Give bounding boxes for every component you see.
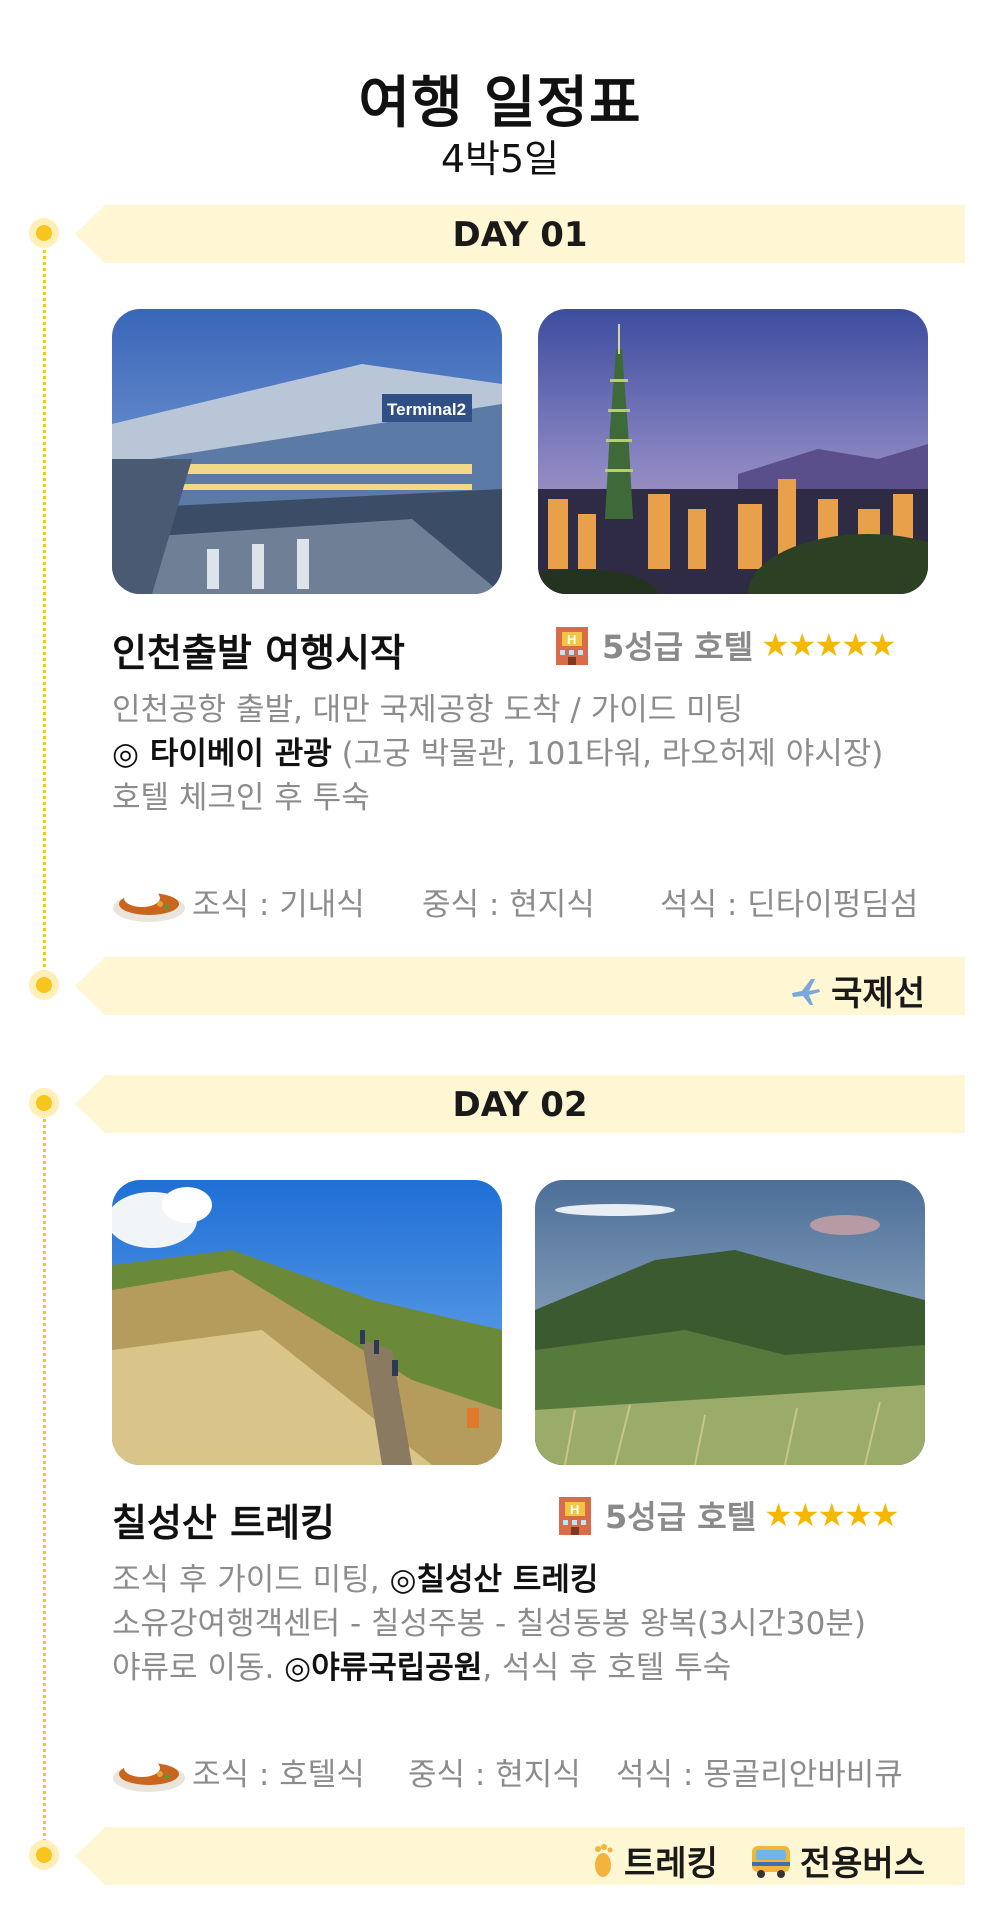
breakfast-label: 조식 : 호텔식 [192, 1756, 365, 1793]
dinner-label: 석식 : 딘타이펑딤섬 [660, 886, 919, 923]
desc-line: 호텔 체크인 후 투숙 [112, 780, 370, 816]
lunch-label: 중식 : 현지식 [408, 1756, 581, 1793]
transport-tag: 트레킹 [590, 1836, 718, 1885]
airport-terminal-photo: Terminal2 [112, 309, 502, 594]
desc-text: (고궁 박물관, 101타워, 라오허제 야시장) [331, 736, 884, 772]
curry-rice-icon [113, 1759, 185, 1792]
desc-line: 조식 후 가이드 미팅, ◎칠성산 트레킹 [112, 1558, 942, 1602]
hotel-grade-label: 5성급 호텔 [605, 1498, 757, 1536]
timeline-dot [29, 218, 59, 248]
hotel-icon: H [550, 623, 594, 667]
svg-text:H: H [570, 1502, 579, 1517]
hotel-rating: H 5성급 호텔 ★★★★★ [550, 622, 897, 668]
hotel-grade-label: 5성급 호텔 [602, 628, 754, 666]
desc-line: 야류로 이동. ◎야류국립공원, 석식 후 호텔 투숙 [112, 1646, 942, 1690]
dinner-label: 석식 : 몽골리안바비큐 [616, 1756, 903, 1793]
timeline-dot [29, 1840, 59, 1870]
breakfast-label: 조식 : 기내식 [192, 886, 365, 923]
day-banner: DAY 02 [75, 1075, 965, 1133]
transport-label: 전용버스 [799, 1844, 925, 1884]
airplane-icon [792, 978, 821, 1005]
day-label: DAY 02 [452, 1085, 588, 1125]
star-rating: ★★★★★ [764, 1496, 899, 1534]
lunch-label: 중식 : 현지식 [422, 886, 595, 923]
transport-label: 국제선 [831, 974, 925, 1014]
bus-icon [751, 1845, 790, 1878]
transport-banner: 국제선 [75, 957, 965, 1015]
transport-tag: 전용버스 [750, 1836, 925, 1885]
timeline-line-day2 [43, 1102, 46, 1854]
timeline-line-day1 [43, 232, 46, 985]
transport-label: 트레킹 [624, 1844, 718, 1884]
page-title: 여행 일정표 [358, 71, 642, 136]
hotel-rating: H 5성급 호텔 ★★★★★ [553, 1492, 900, 1538]
day-place-title: 인천출발 여행시작 [112, 631, 405, 675]
footprint-icon [595, 1843, 613, 1877]
day-description: 인천공항 출발, 대만 국제공항 도착 / 가이드 미팅 ◎ 타이베이 관광 (… [112, 688, 942, 820]
curry-rice-icon [113, 889, 185, 922]
day-place-title: 칠성산 트레킹 [112, 1501, 335, 1545]
star-rating: ★★★★★ [761, 626, 896, 664]
day-banner: DAY 01 [75, 205, 965, 263]
transport-tag: 국제선 [789, 966, 925, 1015]
green-mountain-range-photo [535, 1180, 925, 1465]
day-description: 조식 후 가이드 미팅, ◎칠성산 트레킹 소유강여행객센터 - 칠성주봉 - … [112, 1558, 942, 1690]
timeline-dot [29, 970, 59, 1000]
meal-info: 조식 : 기내식 중식 : 현지식 석식 : 딘타이펑딤섬 [112, 876, 932, 926]
desc-text: 야류로 이동. [112, 1650, 285, 1686]
day-label: DAY 01 [452, 215, 588, 255]
meal-info: 조식 : 호텔식 중식 : 현지식 석식 : 몽골리안바비큐 [112, 1746, 932, 1796]
timeline-dot [29, 1088, 59, 1118]
desc-line: 인천공항 출발, 대만 국제공항 도착 / 가이드 미팅 [112, 692, 744, 728]
desc-highlight: ◎ 타이베이 관광 [112, 736, 332, 772]
desc-highlight: ◎칠성산 트레킹 [389, 1562, 599, 1598]
desc-line: ◎ 타이베이 관광 (고궁 박물관, 101타워, 라오허제 야시장) [112, 732, 942, 776]
desc-line: 소유강여행객센터 - 칠성주봉 - 칠성동봉 왕복(3시간30분) [112, 1606, 866, 1642]
terminal-sign-text: Terminal2 [387, 400, 466, 419]
desc-highlight: ◎야류국립공원 [284, 1650, 483, 1686]
desc-text: 조식 후 가이드 미팅, [112, 1562, 390, 1598]
desc-text: , 석식 후 호텔 투숙 [482, 1650, 732, 1686]
transport-banner: 트레킹 전용버스 [75, 1827, 965, 1885]
svg-text:H: H [567, 632, 576, 647]
taipei-101-night-photo [538, 309, 928, 594]
page-subtitle: 4박5일 [440, 137, 560, 181]
hotel-icon: H [553, 1493, 597, 1537]
mountain-trail-hikers-photo [112, 1180, 502, 1465]
